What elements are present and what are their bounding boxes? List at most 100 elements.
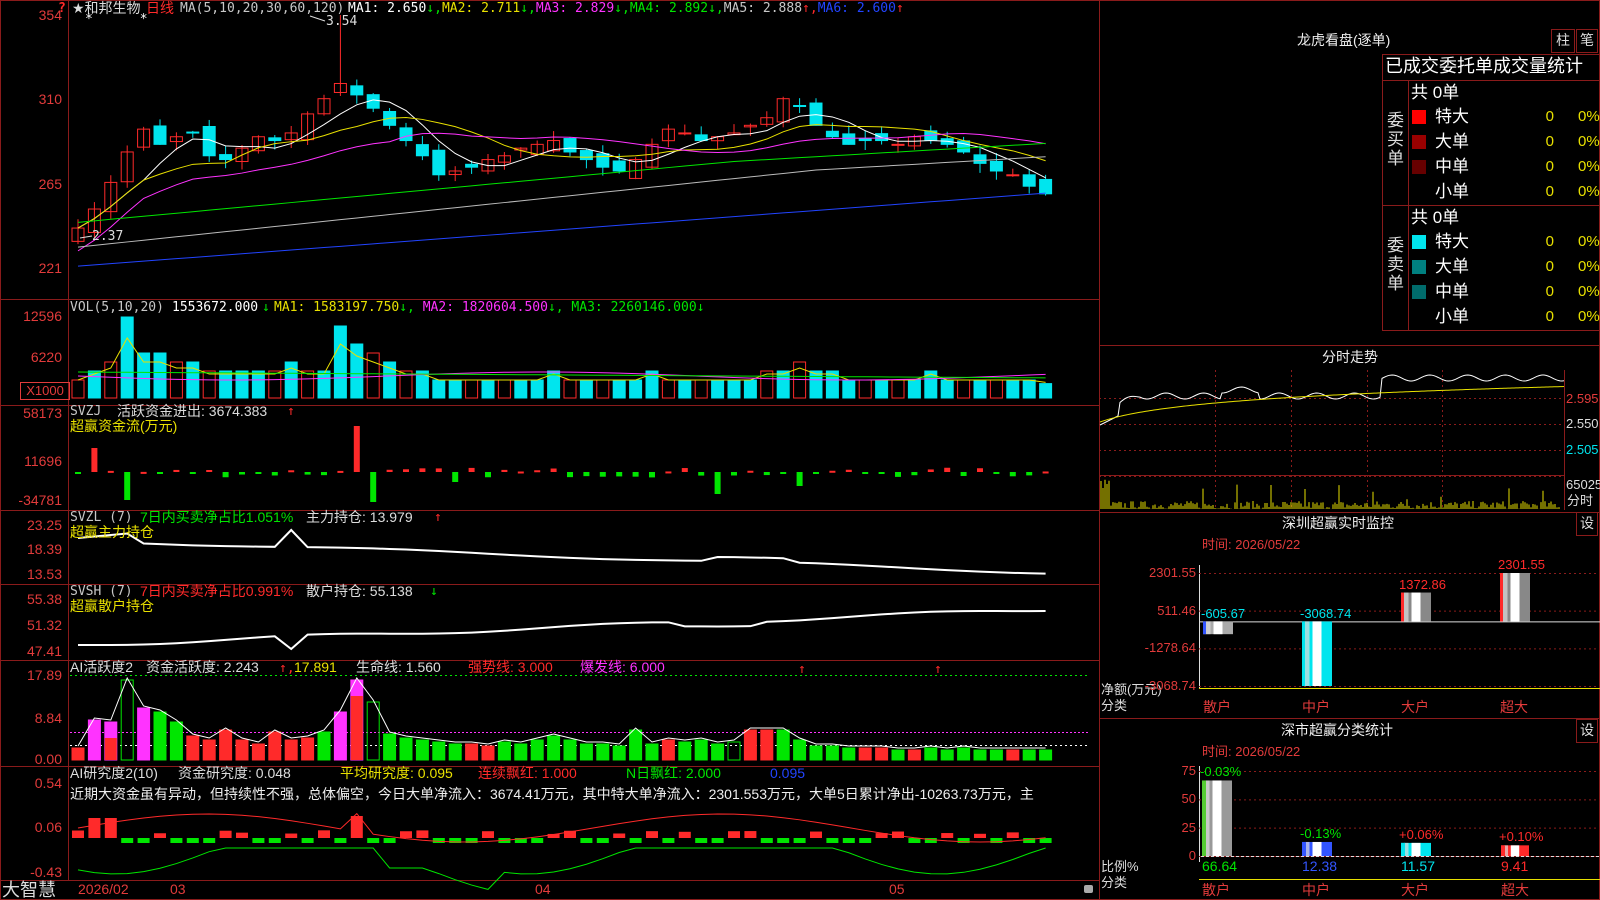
ma-legend-arrow-1: ↓, (426, 1, 442, 16)
buy-row-pct-2: 0% (1578, 133, 1600, 150)
svzj-tick-1: 58173 (23, 405, 62, 421)
fund-flow-bar (632, 472, 639, 477)
candle-down (989, 160, 1003, 172)
ai-research-bar (432, 838, 445, 843)
monitor-bar-edge-2 (1302, 621, 1305, 686)
monitor-bar-edge-3 (1401, 592, 1404, 622)
monitor-bar-2-shine (1312, 621, 1322, 686)
intraday-time-label: 分时 (1567, 493, 1594, 508)
ai-research-l3: 连续飘红: 1.000 (478, 765, 577, 781)
ai-research-l1: 资金研究度: 0.048 (178, 765, 291, 781)
ai-active-bar (547, 735, 561, 761)
sell-row-pct-2: 0% (1578, 258, 1600, 275)
classify-y-tick-3: 25 (1181, 819, 1196, 835)
main-force-holding-line (77, 528, 1046, 575)
ma-legend-arrow-3: ↓, (614, 1, 630, 16)
ma-legend-arrow-5: ↑, (802, 1, 818, 16)
volume-bar (333, 325, 347, 399)
low-pointer (79, 235, 93, 239)
classify-value-1: 66.64 (1202, 858, 1238, 874)
ai-active-arrow: ↑, (279, 661, 295, 676)
ai-research-bar (662, 838, 675, 843)
monitor-bar-2-shade (1305, 621, 1310, 686)
vol-unit-badge[interactable]: X1000 (20, 382, 70, 400)
ai-active-bar-inner (104, 738, 117, 760)
monitor-time: 时间: 2026/05/22 (1202, 537, 1301, 552)
classify-cat-4: 超大 (1501, 882, 1529, 898)
svzl-header: SVZL (7) (70, 510, 133, 525)
ai-active-bar (989, 749, 1003, 761)
ai-research-bar (416, 830, 429, 838)
volume-bar (891, 379, 905, 399)
ai-active-bar (317, 731, 331, 761)
volume-bar (153, 352, 167, 399)
ai-active-bar (727, 741, 741, 761)
volume-bar (711, 379, 725, 399)
price-tick-3: 265 (38, 176, 62, 192)
volume-bar (596, 379, 610, 399)
fund-flow-bar (698, 472, 705, 476)
ai-active-bar (137, 707, 151, 761)
intraday-chart (1099, 374, 1565, 509)
candle-down (563, 138, 577, 153)
monitor-cat-2: 中户 (1302, 699, 1330, 715)
volume-bar (875, 379, 889, 399)
fund-flow-bar (452, 472, 459, 482)
ai-research-bar (72, 830, 84, 838)
volume-bar (219, 370, 233, 399)
svzj-arrow: ↑ (287, 404, 295, 419)
ai-research-bar (367, 838, 380, 843)
ai-active-bar (514, 743, 528, 761)
candle-down (219, 154, 233, 161)
dragon-subtitle: 已成交委托单成交量统计 (1385, 56, 1583, 76)
ai-research-bar (678, 831, 691, 838)
ma5-line (77, 156, 1046, 248)
star-mark: * * (85, 12, 148, 27)
fund-flow-bar (993, 472, 1000, 474)
monitor-settings-button[interactable]: 设 (1576, 512, 1598, 536)
ma-legend-arrow-2: ↓, (520, 1, 536, 16)
classify-settings-button[interactable]: 设 (1576, 719, 1598, 743)
ai-active-bar (842, 747, 856, 761)
ai-active-bar (645, 743, 659, 761)
intraday-price-line (1099, 374, 1565, 426)
svzl-label1: 7日内买卖净占比1.051% (140, 509, 294, 525)
classify-time: 时间: 2026/05/22 (1202, 744, 1301, 759)
volume-bar (350, 343, 364, 399)
vol-ma-item-1: MA1: 1583197.750 (274, 300, 400, 315)
ma-header: MA(5,10,20,30,60,120) (180, 1, 345, 16)
brand-logo[interactable]: 大智慧 (2, 880, 56, 900)
svzl-tick-1: 23.25 (26, 517, 62, 533)
monitor-bar-edge-4 (1500, 573, 1503, 622)
ai-research-bar (629, 838, 642, 843)
column-view-button[interactable]: 柱 (1551, 29, 1575, 53)
ai-active-bar (1022, 749, 1036, 761)
ai-active-l2: 17.891 (294, 659, 337, 675)
volume-bar (678, 379, 692, 399)
fund-flow-bar (534, 470, 541, 473)
classify-cat-2: 中户 (1302, 882, 1330, 898)
volume-bar (448, 379, 462, 399)
ai-active-bar (268, 731, 282, 761)
fund-flow-bar (763, 472, 770, 476)
ai-research-bar (744, 831, 757, 838)
price-tick-2: 310 (38, 91, 62, 107)
ai-active-bar (481, 745, 495, 761)
svzj-sub: 超赢资金流(万元) (70, 418, 178, 434)
volume-bar (579, 379, 593, 399)
tick-view-button[interactable]: 笔 (1576, 29, 1598, 53)
fund-flow-bar (107, 470, 114, 473)
monitor-value-2: -3068.74 (1300, 606, 1352, 622)
fund-flow-bar (222, 472, 229, 478)
volume-bar (1006, 379, 1020, 399)
volume-bar (661, 379, 675, 399)
fund-flow-bar (271, 472, 278, 476)
monitor-bar-3-shine (1411, 592, 1421, 622)
period-label[interactable]: 日线 (146, 1, 174, 16)
buy-row-pct-4: 0% (1578, 183, 1600, 200)
ai-research-bar (728, 831, 740, 838)
candle-down (825, 130, 839, 138)
lock-icon[interactable] (1084, 885, 1093, 893)
ai-research-bar (154, 833, 166, 838)
svsh-sub: 超赢散户持仓 (70, 598, 154, 614)
